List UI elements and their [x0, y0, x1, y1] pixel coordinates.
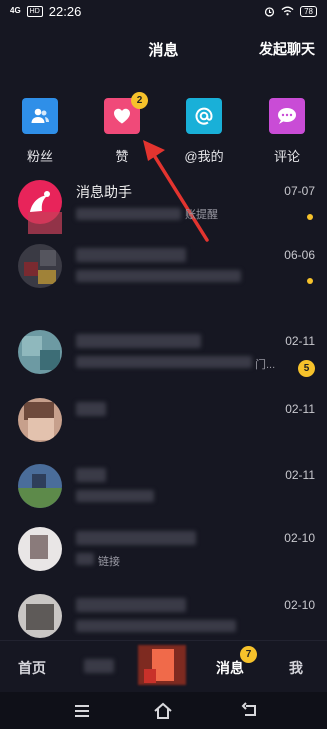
- message-time: 02-11: [285, 334, 315, 348]
- heart-icon: 2: [104, 92, 148, 134]
- alarm-icon: [265, 6, 275, 17]
- message-preview: 账提醒: [185, 209, 218, 221]
- menu-icon[interactable]: [72, 701, 92, 721]
- avatar: [18, 527, 62, 571]
- header: 消息 发起聊天: [0, 26, 327, 70]
- blurred-text: [84, 659, 114, 673]
- category-label: 粉丝: [26, 149, 53, 164]
- message-time: 02-11: [285, 402, 315, 416]
- message-preview: 门...: [255, 359, 276, 371]
- back-icon[interactable]: [240, 701, 260, 721]
- avatar: [18, 398, 62, 442]
- blurred-text: [76, 248, 186, 262]
- blurred-text: [76, 531, 196, 545]
- list-item[interactable]: 门... 02-11 5: [0, 330, 327, 396]
- tab-bar: 首页 消息 7 我: [0, 640, 327, 692]
- blurred-text: [76, 334, 201, 348]
- status-bar: 4G HD 22:26 78: [0, 0, 327, 22]
- category-comments[interactable]: 评论: [257, 98, 317, 165]
- hd-indicator: HD: [26, 5, 43, 17]
- category-fans[interactable]: 粉丝: [10, 98, 70, 165]
- category-likes[interactable]: 2 赞: [92, 92, 152, 165]
- blurred-text: [76, 620, 236, 632]
- category-label: 赞: [115, 149, 129, 164]
- list-item[interactable]: 02-11: [0, 398, 327, 464]
- blurred-text: [76, 468, 106, 482]
- system-navigation: [0, 692, 327, 729]
- avatar: [18, 244, 62, 288]
- message-time: 06-06: [284, 248, 315, 262]
- avatar: [18, 464, 62, 508]
- message-time: 02-10: [284, 531, 315, 545]
- blurred-text: [76, 553, 94, 565]
- unread-count-badge: 5: [298, 360, 315, 377]
- avatar: [18, 594, 62, 638]
- message-time: 02-10: [284, 598, 315, 612]
- list-item[interactable]: 06-06: [0, 244, 327, 310]
- message-time: 02-11: [285, 468, 315, 482]
- wifi-icon: [281, 6, 294, 16]
- blurred-text: [76, 270, 241, 282]
- create-button[interactable]: [138, 645, 186, 685]
- list-item[interactable]: 链接 02-10: [0, 527, 327, 593]
- tab-messages[interactable]: 消息: [216, 658, 244, 678]
- category-label: 评论: [273, 149, 300, 164]
- tab-me[interactable]: 我: [289, 658, 303, 678]
- messages-badge: 7: [240, 646, 257, 663]
- message-title: 消息助手: [76, 184, 132, 200]
- clock: 22:26: [48, 3, 82, 19]
- fans-icon: [22, 98, 58, 134]
- list-item[interactable]: 消息助手 账提醒 07-07: [0, 180, 327, 246]
- tab-home[interactable]: 首页: [18, 658, 46, 678]
- unread-dot: [307, 278, 313, 284]
- blurred-text: [76, 490, 154, 502]
- category-mentions[interactable]: @我的: [174, 98, 234, 165]
- likes-badge: 2: [131, 92, 148, 109]
- blurred-text: [76, 402, 106, 416]
- blurred-text: [76, 356, 252, 368]
- unread-dot: [307, 214, 313, 220]
- home-icon[interactable]: [153, 701, 173, 721]
- at-icon: [186, 98, 222, 134]
- blurred-text: [76, 208, 181, 220]
- comment-icon: [269, 98, 305, 134]
- list-item[interactable]: 02-11: [0, 464, 327, 530]
- category-label: @我的: [184, 149, 224, 164]
- blurred-text: [76, 598, 186, 612]
- battery-indicator: 78: [300, 5, 317, 17]
- message-preview: 链接: [98, 556, 120, 568]
- signal-indicator: 4G: [10, 6, 21, 15]
- message-time: 07-07: [284, 184, 315, 198]
- category-row: 粉丝 2 赞 @我的 评论: [0, 92, 327, 168]
- avatar: [18, 330, 62, 374]
- blurred-region: [28, 212, 62, 234]
- start-chat-button[interactable]: 发起聊天: [259, 39, 315, 59]
